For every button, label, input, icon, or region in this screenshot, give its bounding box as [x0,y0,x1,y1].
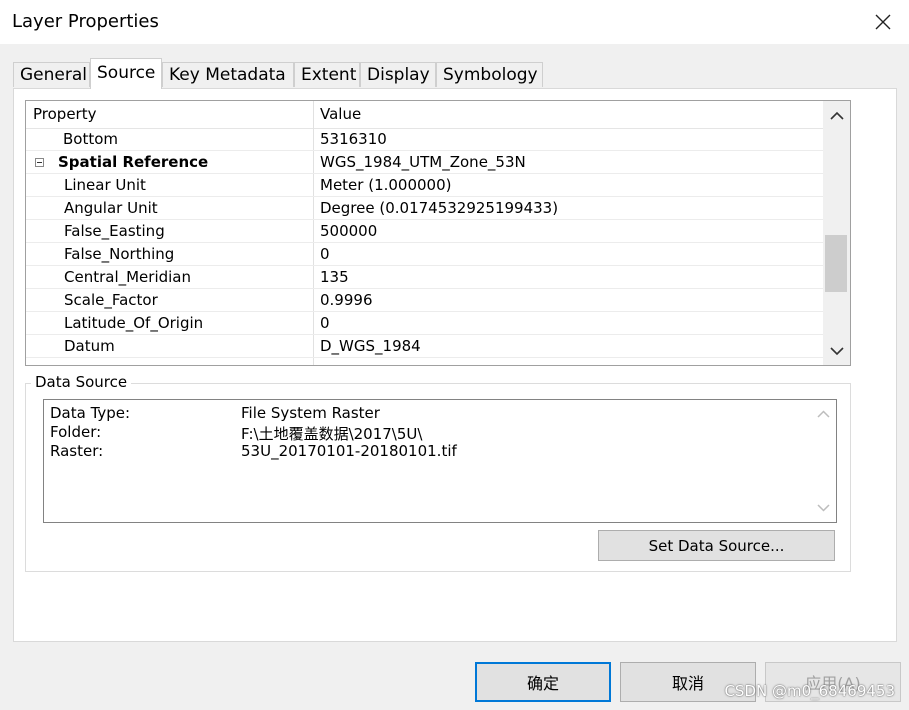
header-property[interactable]: Property [33,105,96,123]
chevron-down-icon [817,504,830,512]
scroll-up-button[interactable] [823,103,850,127]
property-name: Angular Unit [64,199,158,217]
property-value: 135 [320,268,349,286]
grid-row[interactable]: Linear Unit Meter (1.000000) [26,174,823,197]
tab-key-metadata[interactable]: Key Metadata [162,62,294,87]
property-value: WGS_1984_UTM_Zone_53N [320,153,526,171]
tab-symbology[interactable]: Symbology [436,62,543,87]
property-value: 0.9996 [320,291,373,309]
chevron-down-icon [829,346,844,355]
scroll-down-button[interactable] [811,497,836,519]
property-name: False_Easting [64,222,165,240]
watermark: CSDN @m0_68469453 [724,682,895,700]
grid-scrollbar[interactable] [823,101,850,365]
title-bar: Layer Properties [0,0,909,44]
property-name: False_Northing [64,245,175,263]
chevron-up-icon [829,111,844,120]
data-source-textbox[interactable]: Data Type: File System Raster Folder: F:… [43,399,837,523]
data-source-scrollbar[interactable] [811,400,836,522]
raster-label: Raster: [50,442,104,460]
grid-row[interactable]: Scale_Factor 0.9996 [26,289,823,312]
grid-row[interactable]: Latitude_Of_Origin 0 [26,312,823,335]
grid-row[interactable]: False_Northing 0 [26,243,823,266]
grid-row[interactable]: Angular Unit Degree (0.0174532925199433) [26,197,823,220]
header-value[interactable]: Value [320,105,361,123]
folder-label: Folder: [50,423,102,441]
data-source-group-label: Data Source [31,373,132,391]
grid-header: Property Value [26,101,823,129]
close-button[interactable] [863,4,903,40]
data-type-value: File System Raster [241,404,380,422]
property-value: 0 [320,245,330,263]
data-type-label: Data Type: [50,404,131,422]
set-data-source-button[interactable]: Set Data Source... [598,530,835,561]
raster-value: 53U_20170101-20180101.tif [241,442,457,460]
tab-extent[interactable]: Extent [294,62,360,87]
property-name: Latitude_Of_Origin [64,314,204,332]
property-grid[interactable]: Property Value Bottom 5316310 Spatial Re… [25,100,851,366]
property-name: Bottom [63,130,119,148]
grid-row[interactable]: Datum D_WGS_1984 [26,335,823,358]
close-icon [875,14,891,30]
property-name: Central_Meridian [64,268,192,286]
property-value: 500000 [320,222,378,240]
folder-value: F:\土地覆盖数据\2017\5U\ [241,425,423,443]
grid-row[interactable]: Bottom 5316310 [26,128,823,151]
ok-button[interactable]: 确定 [475,662,611,702]
property-value: 0 [320,314,330,332]
property-name: Linear Unit [64,176,146,194]
property-value: D_WGS_1984 [320,337,421,355]
collapse-minus-icon[interactable] [35,158,44,167]
property-name: Scale_Factor [64,291,158,309]
property-group-name: Spatial Reference [58,153,209,171]
scroll-down-button[interactable] [823,339,850,363]
grid-row[interactable]: False_Easting 500000 [26,220,823,243]
scroll-up-button[interactable] [811,403,836,425]
grid-row[interactable]: Spatial Reference WGS_1984_UTM_Zone_53N [26,151,823,174]
tab-general[interactable]: General [13,62,90,87]
property-value: Degree (0.0174532925199433) [320,199,559,217]
property-value: 5316310 [320,130,387,148]
tab-source[interactable]: Source [90,58,162,89]
tab-display[interactable]: Display [360,62,436,87]
property-value: Meter (1.000000) [320,176,452,194]
property-name: Datum [64,337,115,355]
grid-row[interactable]: Central_Meridian 135 [26,266,823,289]
window-title: Layer Properties [12,11,159,32]
scroll-thumb[interactable] [825,235,847,292]
chevron-up-icon [817,410,830,418]
